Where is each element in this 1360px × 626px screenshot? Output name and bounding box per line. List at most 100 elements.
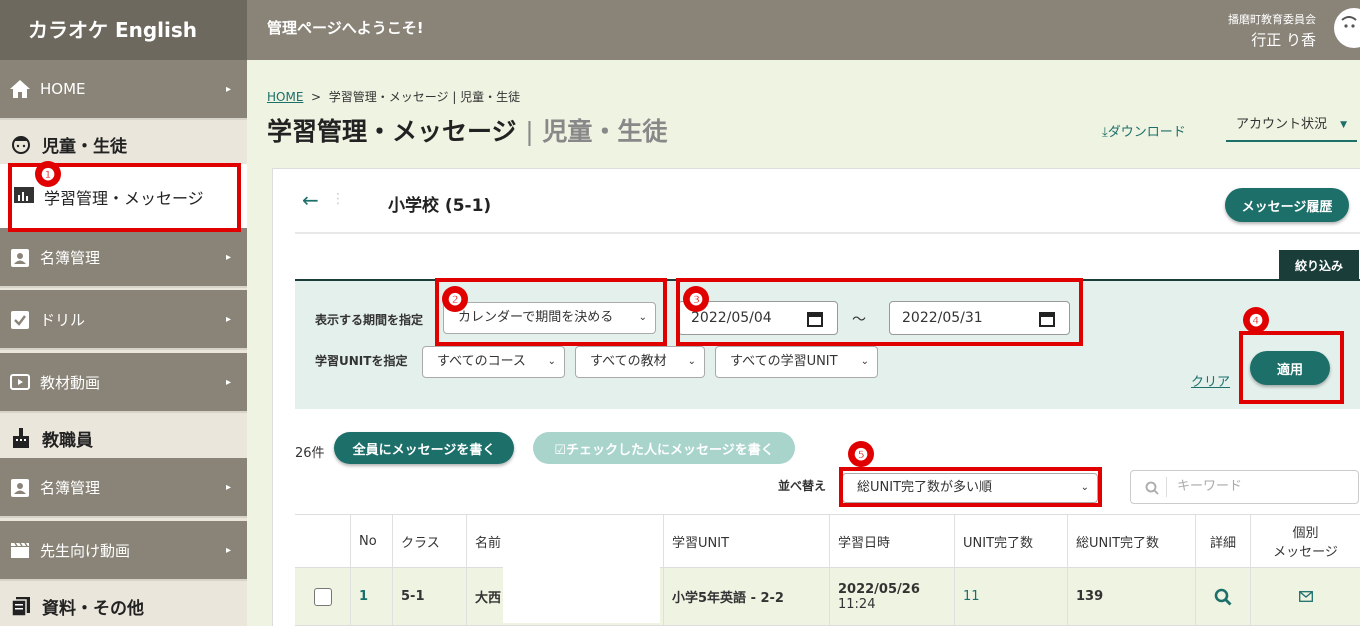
sidebar-item-teacher-videos[interactable]: 先生向け動画 ▸ xyxy=(0,521,247,581)
avatar[interactable] xyxy=(1334,8,1360,48)
course-select[interactable]: すべてのコース ⌄ xyxy=(422,346,565,378)
breadcrumb-current: 学習管理・メッセージ | 児童・生徒 xyxy=(328,90,521,104)
video-icon xyxy=(8,370,32,394)
building-icon xyxy=(10,427,32,449)
chevron-right-icon: ▸ xyxy=(225,251,231,263)
header-class[interactable]: クラス xyxy=(392,515,466,567)
header-unit-done[interactable]: UNIT完了数 xyxy=(954,515,1067,567)
message-all-button[interactable]: 全員にメッセージを書く xyxy=(334,432,514,464)
header-message: 個別 メッセージ xyxy=(1250,515,1360,567)
annotation-box-5 xyxy=(839,467,1102,507)
header-total-done[interactable]: 総UNIT完了数 xyxy=(1067,515,1195,567)
account-status-label: アカウント状況 xyxy=(1236,117,1328,132)
unit-select[interactable]: すべての学習UNIT ⌄ xyxy=(715,346,878,378)
unit-select-value: すべての学習UNIT xyxy=(730,354,838,369)
cell-detail xyxy=(1195,568,1250,625)
sidebar-item-label: 名簿管理 xyxy=(40,248,101,267)
header-detail: 詳細 xyxy=(1195,515,1250,567)
page-title: 学習管理・メッセージ | 児童・生徒 xyxy=(267,112,667,148)
logo-text: カラオケ English xyxy=(28,18,198,42)
annotation-box-3 xyxy=(676,278,1083,346)
material-select[interactable]: すべての教材 ⌄ xyxy=(575,346,705,378)
clapperboard-icon xyxy=(8,538,32,562)
sidebar-item-home[interactable]: HOME ▸ xyxy=(0,60,247,120)
cell-total-done: 139 xyxy=(1067,568,1195,625)
section-label: 教職員 xyxy=(42,430,93,451)
sidebar-item-label: 先生向け動画 xyxy=(40,541,131,560)
unit-done-link[interactable]: 11 xyxy=(963,589,980,604)
search-icon[interactable] xyxy=(1214,588,1232,606)
chevron-down-icon: ⌄ xyxy=(860,356,869,367)
clear-link[interactable]: クリア xyxy=(1191,371,1230,390)
section-label: 資料・その他 xyxy=(42,598,144,619)
sidebar-item-label: ドリル xyxy=(40,310,86,329)
search-placeholder: キーワード xyxy=(1177,479,1243,494)
header-message-line2: メッセージ xyxy=(1273,545,1338,560)
header-no[interactable]: No xyxy=(350,515,392,567)
page-title-separator: | xyxy=(525,117,534,146)
download-link[interactable]: ⤓ダウンロード xyxy=(1102,121,1186,140)
face-icon xyxy=(1341,16,1357,28)
annotation-box-2 xyxy=(435,278,667,346)
cell-datetime: 2022/05/26 11:24 xyxy=(829,568,954,625)
cell-time: 11:24 xyxy=(838,596,876,612)
section-label: 児童・生徒 xyxy=(42,136,127,157)
divider xyxy=(295,232,1360,234)
sidebar-item-roster[interactable]: 名簿管理 ▸ xyxy=(0,228,247,288)
sidebar-item-label: 名簿管理 xyxy=(40,478,101,497)
sidebar-item-label: 教材動画 xyxy=(40,373,101,392)
sidebar-item-videos[interactable]: 教材動画 ▸ xyxy=(0,353,247,413)
download-label: ダウンロード xyxy=(1107,125,1186,140)
header-datetime[interactable]: 学習日時 xyxy=(829,515,954,567)
header-message-line1: 個別 xyxy=(1292,526,1319,541)
chevron-right-icon: ▸ xyxy=(225,313,231,325)
page-title-main: 学習管理・メッセージ xyxy=(267,117,517,146)
search-input[interactable]: キーワード xyxy=(1130,470,1359,504)
row-no-link[interactable]: 1 xyxy=(359,589,368,604)
sidebar-item-staff-roster[interactable]: 名簿管理 ▸ xyxy=(0,458,247,518)
envelope-icon[interactable] xyxy=(1298,591,1313,602)
annotation-number-4: ❹ xyxy=(1243,307,1269,333)
header-checkbox-col xyxy=(295,515,350,567)
breadcrumb: HOME > 学習管理・メッセージ | 児童・生徒 xyxy=(267,88,520,105)
chevron-right-icon: ▸ xyxy=(225,481,231,493)
cell-date: 2022/05/26 xyxy=(838,581,920,597)
caret-down-icon: ▼ xyxy=(1340,120,1347,130)
message-history-button[interactable]: メッセージ履歴 xyxy=(1225,188,1349,222)
annotation-number-5: ❺ xyxy=(848,441,874,467)
course-select-value: すべてのコース xyxy=(437,354,526,369)
unit-label: 学習UNITを指定 xyxy=(315,354,408,368)
top-bar: カラオケ English 管理ページへようこそ! 播磨町教育委員会 行正 り香 xyxy=(0,0,1360,60)
row-checkbox-cell xyxy=(295,568,350,625)
students-table: No クラス 名前 学習UNIT 学習日時 UNIT完了数 総UNIT完了数 詳… xyxy=(295,514,1360,626)
annotation-number-1: ❶ xyxy=(35,161,61,187)
breadcrumb-home-link[interactable]: HOME xyxy=(267,90,303,104)
chevron-right-icon: ▸ xyxy=(225,376,231,388)
account-status-dropdown[interactable]: アカウント状況 ▼ xyxy=(1226,108,1357,142)
cell-class: 5-1 xyxy=(392,568,466,625)
back-arrow-icon[interactable]: ← xyxy=(302,188,319,212)
documents-icon xyxy=(10,595,32,617)
cell-unit-done: 11 xyxy=(954,568,1067,625)
chevron-down-icon: ⌄ xyxy=(687,356,696,367)
annotation-number-3: ❸ xyxy=(683,286,709,312)
chevron-down-icon: ⌄ xyxy=(547,356,556,367)
student-icon xyxy=(10,133,32,155)
table-header: No クラス 名前 学習UNIT 学習日時 UNIT完了数 総UNIT完了数 詳… xyxy=(295,514,1360,568)
filter-tab[interactable]: 絞り込み xyxy=(1279,250,1359,280)
sidebar-item-drill[interactable]: ドリル ▸ xyxy=(0,290,247,350)
chevron-right-icon: ▸ xyxy=(225,544,231,556)
id-card-icon xyxy=(8,245,32,269)
redacted-name-area xyxy=(503,567,660,623)
row-checkbox[interactable] xyxy=(313,587,332,606)
welcome-text: 管理ページへようこそ! xyxy=(267,19,424,37)
school-class-title: 小学校 (5-1) xyxy=(388,196,492,216)
app-logo[interactable]: カラオケ English xyxy=(0,0,247,60)
home-icon xyxy=(8,77,32,101)
header-name[interactable]: 名前 xyxy=(466,515,663,567)
sidebar-section-staff: 教職員 xyxy=(0,418,247,458)
search-divider xyxy=(1166,477,1167,497)
message-checked-button[interactable]: ☑チェックした人にメッセージを書く xyxy=(533,432,795,464)
page-title-sub: 児童・生徒 xyxy=(542,117,668,146)
header-unit[interactable]: 学習UNIT xyxy=(663,515,829,567)
